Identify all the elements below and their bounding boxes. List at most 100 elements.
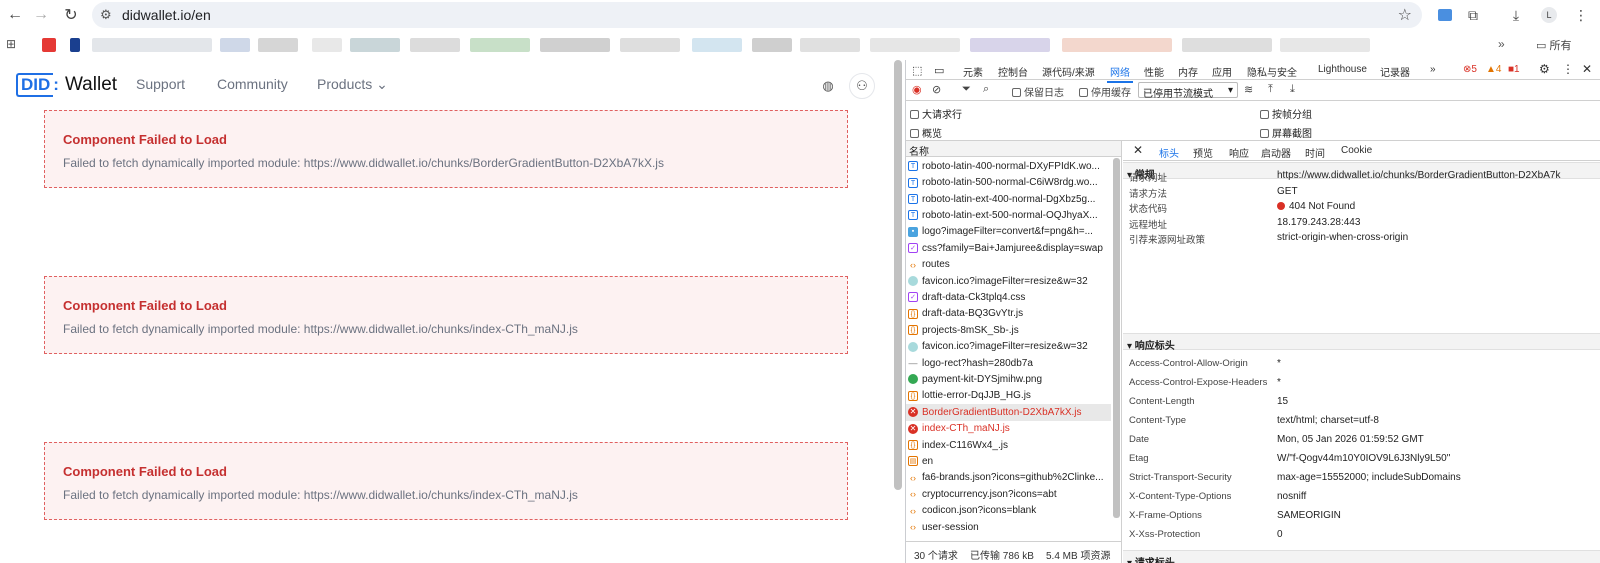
more-tabs-icon[interactable]: » xyxy=(1430,64,1436,75)
bookmark-item[interactable] xyxy=(1280,38,1370,52)
all-bookmarks-folder[interactable]: ▭ 所有 xyxy=(1536,37,1571,53)
big-request-rows-checkbox[interactable]: 大请求行 xyxy=(910,106,962,121)
tab-console[interactable]: 控制台 xyxy=(998,64,1028,79)
request-row[interactable]: {} draft-data-BQ3GvYtr.js xyxy=(906,306,1111,323)
request-row[interactable]: {} projects-8mSK_Sb-.js xyxy=(906,322,1111,339)
bookmark-item[interactable] xyxy=(92,38,212,52)
bookmark-item[interactable] xyxy=(620,38,680,52)
apps-grid-icon[interactable]: ⊞ xyxy=(6,37,16,51)
request-row[interactable]: Troboto-latin-400-normal-DXyFPIdK.wo... xyxy=(906,158,1111,175)
nav-products[interactable]: Products ⌄ xyxy=(317,76,388,93)
tab-lighthouse[interactable]: Lighthouse xyxy=(1318,64,1367,75)
extension-icon[interactable] xyxy=(1434,4,1456,26)
request-row[interactable]: ✓ css?family=Bai+Jamjuree&display=swap xyxy=(906,240,1111,257)
tab-timing[interactable]: 时间 xyxy=(1305,145,1325,160)
disable-cache-checkbox[interactable]: 停用缓存 xyxy=(1079,84,1131,99)
tab-initiator[interactable]: 启动器 xyxy=(1261,145,1291,160)
tab-performance[interactable]: 性能 xyxy=(1144,64,1164,79)
bookmark-item[interactable] xyxy=(540,38,610,52)
profile-avatar-icon[interactable]: L xyxy=(1538,4,1560,26)
devtools-menu-icon[interactable]: ⋮ xyxy=(1562,62,1574,76)
bookmark-item[interactable] xyxy=(410,38,460,52)
nav-support[interactable]: Support xyxy=(136,76,185,92)
preserve-log-checkbox[interactable]: 保留日志 xyxy=(1012,84,1064,99)
user-account-icon[interactable]: ⚇ xyxy=(849,73,875,99)
tab-response[interactable]: 响应 xyxy=(1229,145,1249,160)
screenshots-checkbox[interactable]: 屏幕截图 xyxy=(1260,125,1312,140)
request-row[interactable]: ✕ index-CTh_maNJ.js xyxy=(906,420,1111,437)
address-bar[interactable]: ⚙ didwallet.io/en ☆ xyxy=(92,2,1422,28)
download-icon[interactable]: ⤓ xyxy=(1505,4,1527,26)
request-row[interactable]: — logo-rect?hash=280db7a xyxy=(906,355,1111,372)
page-scrollbar[interactable] xyxy=(894,60,902,490)
bookmark-star-icon[interactable]: ☆ xyxy=(1398,5,1412,25)
request-row[interactable]: payment-kit-DYSjmihw.png xyxy=(906,371,1111,388)
stop-recording-icon[interactable]: ◉ xyxy=(912,83,922,96)
nav-community[interactable]: Community xyxy=(217,76,288,92)
bookmark-item[interactable] xyxy=(258,38,298,52)
bookmarks-overflow-icon[interactable]: » xyxy=(1498,37,1505,51)
site-settings-icon[interactable]: ⚙ xyxy=(100,7,112,23)
close-details-icon[interactable]: ✕ xyxy=(1133,143,1143,157)
close-devtools-icon[interactable]: ✕ xyxy=(1582,62,1592,76)
bookmark-item[interactable] xyxy=(692,38,742,52)
request-list-scrollbar[interactable] xyxy=(1113,158,1120,518)
request-row[interactable]: Troboto-latin-ext-400-normal-DgXbz5g... xyxy=(906,191,1111,208)
group-by-frame-checkbox[interactable]: 按帧分组 xyxy=(1260,106,1312,121)
browser-menu-icon[interactable]: ⋮ xyxy=(1570,4,1592,26)
bookmark-item[interactable] xyxy=(970,38,1050,52)
request-row[interactable]: Troboto-latin-ext-500-normal-OQJhyaX... xyxy=(906,207,1111,224)
warning-count-badge[interactable]: ▲4 xyxy=(1486,64,1501,75)
bookmark-item[interactable] xyxy=(220,38,250,52)
paypal-bookmark-icon[interactable] xyxy=(70,38,80,52)
tab-sources[interactable]: 源代码/来源 xyxy=(1042,64,1095,79)
bookmark-item[interactable] xyxy=(1182,38,1272,52)
settings-gear-icon[interactable]: ⚙ xyxy=(1539,62,1550,76)
request-row[interactable]: ‹› user-session xyxy=(906,519,1111,536)
reload-icon[interactable]: ↻ xyxy=(60,4,82,26)
bookmark-item[interactable] xyxy=(800,38,860,52)
tab-memory[interactable]: 内存 xyxy=(1178,64,1198,79)
tab-headers[interactable]: 标头 xyxy=(1155,145,1183,165)
tab-application[interactable]: 应用 xyxy=(1212,64,1232,79)
request-row[interactable]: favicon.ico?imageFilter=resize&w=32 xyxy=(906,273,1111,290)
tab-privacy-security[interactable]: 隐私与安全 xyxy=(1247,64,1297,79)
tab-cookies[interactable]: Cookie xyxy=(1341,145,1372,156)
bookmark-item[interactable] xyxy=(350,38,400,52)
request-row[interactable]: favicon.ico?imageFilter=resize&w=32 xyxy=(906,338,1111,355)
tab-preview[interactable]: 预览 xyxy=(1193,145,1213,160)
bookmark-item[interactable] xyxy=(312,38,342,52)
error-count-badge[interactable]: ⊗5 xyxy=(1463,64,1477,75)
tab-recorder[interactable]: 记录器 xyxy=(1380,64,1410,79)
request-row[interactable]: {} index-C116Wx4_.js xyxy=(906,437,1111,454)
bookmark-item[interactable] xyxy=(470,38,530,52)
bookmark-item[interactable] xyxy=(870,38,960,52)
info-count-badge[interactable]: ■1 xyxy=(1508,64,1520,75)
clear-icon[interactable]: ⊘ xyxy=(932,83,941,96)
request-row[interactable]: ‹› routes xyxy=(906,256,1111,273)
tab-elements[interactable]: 元素 xyxy=(963,64,983,79)
device-toolbar-icon[interactable]: ▭ xyxy=(934,64,944,77)
youtube-bookmark-icon[interactable] xyxy=(42,38,56,52)
request-row[interactable]: ✓ draft-data-Ck3tplq4.css xyxy=(906,289,1111,306)
inspect-element-icon[interactable]: ⬚ xyxy=(912,64,922,77)
back-arrow-icon[interactable]: ← xyxy=(4,4,26,26)
request-row[interactable]: ‹› cryptocurrency.json?icons=abt xyxy=(906,486,1111,503)
globe-language-icon[interactable]: ◍ xyxy=(815,73,841,99)
request-row[interactable]: Troboto-latin-500-normal-C6iW8rdg.wo... xyxy=(906,174,1111,191)
request-headers-section-header[interactable]: ▾ 请求标头 xyxy=(1123,550,1600,563)
request-row[interactable]: ‹› codicon.json?icons=blank xyxy=(906,502,1111,519)
request-row[interactable]: ✕ BorderGradientButton-D2XbA7kX.js xyxy=(906,404,1111,421)
network-conditions-icon[interactable]: ≋ xyxy=(1244,83,1253,96)
forward-arrow-icon[interactable]: → xyxy=(30,4,52,26)
site-logo[interactable]: DID: Wallet xyxy=(16,73,117,97)
throttling-select[interactable]: 已停用节流模式 ▾ xyxy=(1138,82,1238,100)
import-har-icon[interactable]: ⤒ xyxy=(1268,83,1273,96)
puzzle-extensions-icon[interactable]: ⧉ xyxy=(1462,4,1484,26)
request-row[interactable]: ‹› fa6-brands.json?icons=github%2Clinke..… xyxy=(906,470,1111,487)
filter-icon[interactable]: ⏷ xyxy=(962,83,971,96)
response-headers-section-header[interactable]: ▾ 响应标头 xyxy=(1123,333,1600,352)
bookmark-item[interactable] xyxy=(1062,38,1172,52)
bookmark-item[interactable] xyxy=(752,38,792,52)
request-row[interactable]: ▪ logo?imageFilter=convert&f=png&h=... xyxy=(906,224,1111,241)
